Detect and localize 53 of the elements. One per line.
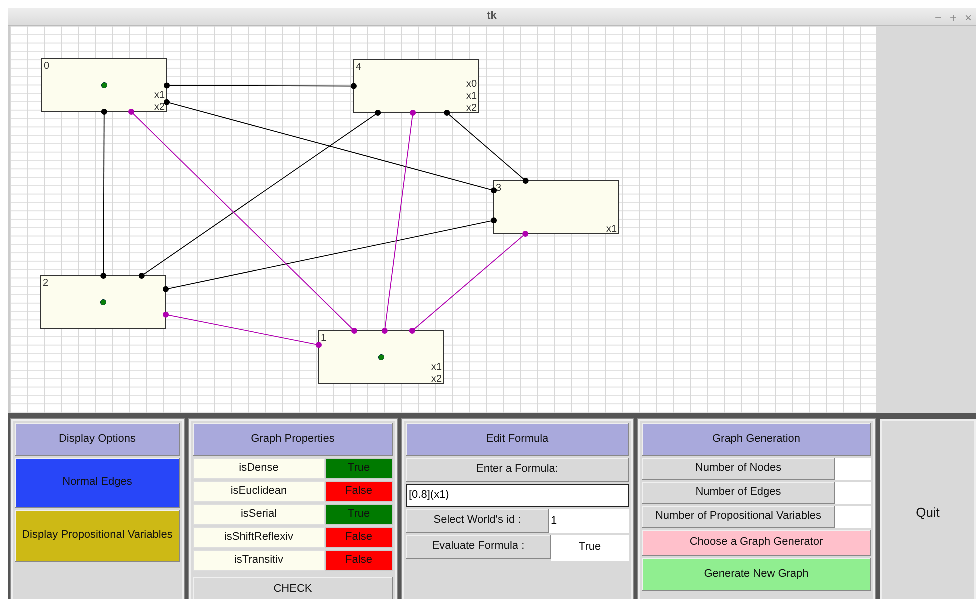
property-name: isTransitiv — [193, 550, 325, 570]
section-header: Display Options — [15, 422, 180, 456]
section-header: Graph Generation — [642, 422, 871, 456]
variable-label: x1 — [154, 90, 165, 100]
property-value: False — [325, 550, 393, 570]
variable-label: x2 — [466, 102, 477, 114]
world-node[interactable] — [494, 180, 620, 234]
property-value: True — [325, 458, 393, 478]
number-field[interactable] — [835, 482, 871, 504]
marker-dot — [101, 82, 108, 88]
property-name: isDense — [193, 458, 325, 478]
node-label: 2 — [43, 278, 49, 288]
variable-label: x1 — [466, 90, 477, 102]
variable-label: x0 — [466, 78, 477, 90]
property-name: isShiftReflexiv — [193, 526, 325, 548]
variable-label: x1 — [431, 362, 442, 372]
number-field[interactable] — [835, 458, 871, 480]
world-node[interactable] — [42, 58, 168, 112]
world-id-label: Select World's id : — [406, 508, 549, 532]
formula-prompt: Enter a Formula: — [406, 458, 629, 482]
quit-button[interactable]: Quit — [880, 418, 976, 599]
node-label: 1 — [321, 332, 327, 344]
field-label: Number of Propositional Variables — [642, 506, 835, 528]
property-name: isSerial — [193, 504, 325, 524]
property-value: True — [325, 504, 393, 524]
window-title: tk — [487, 9, 497, 24]
evaluate-label: Evaluate Formula : — [406, 534, 551, 558]
section-header: Edit Formula — [406, 422, 629, 456]
world-node[interactable] — [318, 330, 444, 384]
field-label: Number of Edges — [642, 482, 835, 504]
node-label: 0 — [44, 60, 50, 72]
property-name: isEuclidean — [193, 480, 325, 502]
world-node[interactable] — [40, 275, 166, 329]
field-label: Number of Nodes — [642, 458, 835, 480]
marker-dot — [100, 298, 107, 306]
node-label: 3 — [496, 182, 502, 194]
property-value: False — [325, 526, 393, 548]
option-button[interactable]: Display Propositional Variables — [15, 510, 180, 562]
property-value: False — [325, 480, 393, 502]
marker-dot — [378, 354, 385, 360]
variable-label: x1 — [606, 224, 617, 234]
evaluate-result: True — [551, 534, 629, 560]
section-header: Graph Properties — [193, 422, 393, 456]
variable-label: x2 — [154, 102, 165, 112]
node-label: 4 — [356, 62, 362, 72]
generator-button[interactable]: Choose a Graph Generator — [642, 530, 871, 556]
world-node[interactable] — [354, 59, 480, 113]
formula-field[interactable]: [0.8](x1) — [406, 484, 629, 506]
number-field[interactable] — [835, 506, 871, 528]
variable-label: x2 — [431, 374, 442, 384]
generate-button[interactable]: Generate New Graph — [642, 558, 871, 590]
check-button[interactable]: CHECK — [193, 576, 393, 599]
world-id-field[interactable]: 1 — [549, 508, 629, 532]
